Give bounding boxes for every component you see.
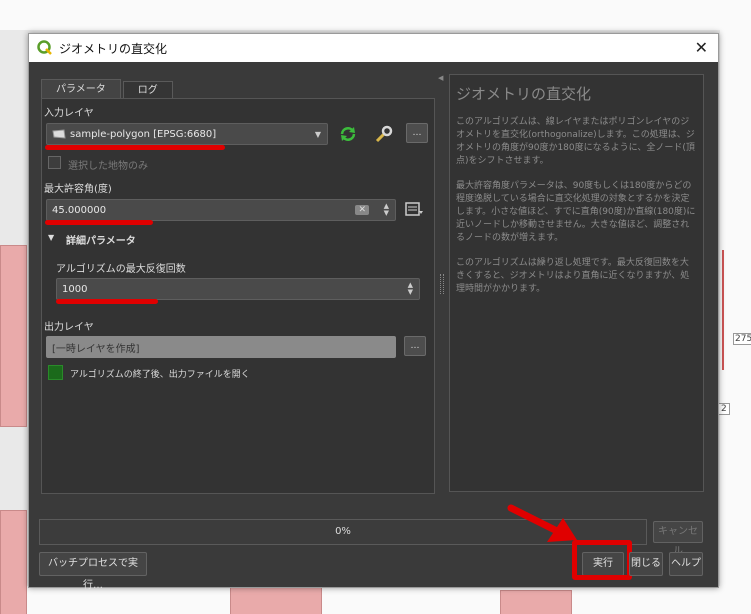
parameters-panel: 入力レイヤ sample-polygon [EPSG:6680] ▼ … 選択し… xyxy=(41,98,435,494)
close-button[interactable]: 閉じる xyxy=(629,552,663,576)
output-layer-label: 出力レイヤ xyxy=(44,322,94,333)
iterate-icon[interactable] xyxy=(338,124,358,144)
input-options-button[interactable]: … xyxy=(406,123,428,143)
map-label: 275 xyxy=(733,333,751,345)
output-layer-placeholder: [一時レイヤを作成] xyxy=(52,343,140,355)
map-line xyxy=(722,250,724,370)
open-output-checkbox[interactable] xyxy=(48,365,63,380)
batch-process-button[interactable]: バッチプロセスで実行… xyxy=(39,552,147,591)
annotation-underline xyxy=(45,220,153,225)
wrench-icon[interactable] xyxy=(374,124,394,144)
splitter-handle[interactable] xyxy=(440,274,444,294)
map-road xyxy=(0,586,751,614)
help-paragraph: 最大許容角度パラメータは、90度もしくは180度からどの程度逸脱している場合に直… xyxy=(456,181,696,243)
map-polygon xyxy=(230,587,322,614)
input-layer-combo[interactable]: sample-polygon [EPSG:6680] ▼ xyxy=(46,123,328,145)
output-layer-input[interactable]: [一時レイヤを作成] xyxy=(46,336,396,358)
close-icon[interactable]: ✕ xyxy=(695,38,708,57)
map-label: 2 xyxy=(718,403,730,415)
progress-text: 0% xyxy=(335,526,351,537)
dialog-title: ジオメトリの直交化 xyxy=(59,41,168,56)
tab-parameters[interactable]: パラメータ xyxy=(41,79,121,100)
cancel-button[interactable]: キャンセル xyxy=(653,521,703,557)
advanced-params-toggle[interactable]: 詳細パラメータ xyxy=(66,232,136,247)
title-bar: ジオメトリの直交化 ✕ xyxy=(29,34,718,62)
help-paragraph: このアルゴリズムは、線レイヤまたはポリゴンレイヤのジオメトリを直交化(ortho… xyxy=(456,117,695,166)
clear-icon[interactable]: ✕ xyxy=(355,205,369,215)
data-defined-override-icon[interactable] xyxy=(404,199,424,219)
map-road xyxy=(720,0,751,614)
output-browse-button[interactable]: … xyxy=(404,336,426,356)
max-iterations-value: 1000 xyxy=(62,283,88,295)
tab-log[interactable]: ログ xyxy=(122,81,173,99)
polygon-layer-icon xyxy=(52,129,66,139)
chevron-down-icon: ▼ xyxy=(314,129,321,139)
help-button[interactable]: ヘルプ xyxy=(669,552,703,576)
qgis-logo-icon xyxy=(37,40,52,55)
selected-only-checkbox[interactable] xyxy=(48,156,61,169)
max-angle-value: 45.000000 xyxy=(52,204,107,216)
spin-icon[interactable]: ▲ ▼ xyxy=(408,282,413,296)
open-output-label: アルゴリズムの終了後、出力ファイルを開く xyxy=(70,370,250,380)
help-title: ジオメトリの直交化 xyxy=(456,85,592,103)
orthogonalize-dialog: ジオメトリの直交化 ✕ パラメータ ログ 入力レイヤ sample-polygo… xyxy=(28,33,719,591)
max-angle-label: 最大許容角(度) xyxy=(44,184,112,195)
collapse-arrow-icon[interactable]: ◀ xyxy=(438,74,443,82)
map-polygon xyxy=(0,510,27,614)
annotation-underline xyxy=(45,145,225,150)
input-layer-label: 入力レイヤ xyxy=(44,108,94,119)
help-paragraph: このアルゴリズムは繰り返し処理です。最大反復回数を大きくすると、ジオメトリはより… xyxy=(456,258,690,294)
spin-icon[interactable]: ▲ ▼ xyxy=(384,203,389,217)
map-road xyxy=(0,0,751,30)
help-panel: ジオメトリの直交化 このアルゴリズムは、線レイヤまたはポリゴンレイヤのジオメトリ… xyxy=(449,74,704,492)
max-iterations-label: アルゴリズムの最大反復回数 xyxy=(56,264,186,275)
chevron-down-icon[interactable]: ▼ xyxy=(48,233,54,242)
map-polygon xyxy=(0,245,27,427)
tab-bar: パラメータ ログ xyxy=(41,79,175,100)
selected-only-label: 選択した地物のみ xyxy=(68,161,148,172)
annotation-highlight-box xyxy=(572,540,632,580)
map-polygon xyxy=(500,590,572,614)
input-layer-value: sample-polygon [EPSG:6680] xyxy=(70,128,217,140)
max-angle-input[interactable]: 45.000000 ✕ ▲ ▼ xyxy=(46,199,396,221)
annotation-underline xyxy=(56,299,158,304)
max-iterations-input[interactable]: 1000 ▲ ▼ xyxy=(56,278,420,300)
